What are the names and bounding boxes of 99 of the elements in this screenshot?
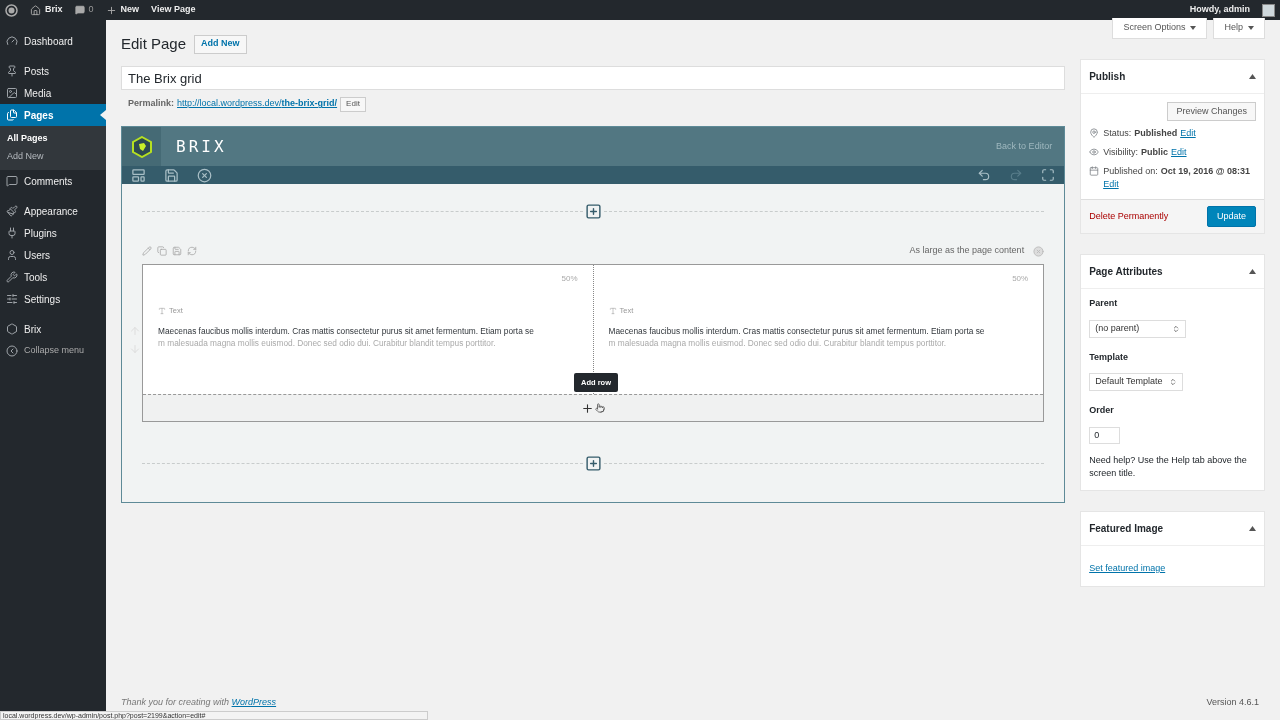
- gauge-icon: [6, 35, 18, 47]
- publish-label: Status:: [1103, 127, 1132, 140]
- edit-link[interactable]: Edit: [1171, 146, 1187, 159]
- undo-icon[interactable]: [977, 168, 992, 182]
- select-arrows-icon: [1169, 378, 1178, 386]
- collapse-icon[interactable]: [1249, 525, 1256, 531]
- fullscreen-icon[interactable]: [1041, 168, 1056, 182]
- add-section-icon[interactable]: [584, 202, 602, 220]
- menu-item[interactable]: Users: [0, 244, 106, 266]
- collapse-icon[interactable]: [1249, 74, 1256, 79]
- paintbrush-icon: [6, 205, 18, 217]
- menu-item[interactable]: Media: [0, 82, 106, 104]
- field-label: Template: [1089, 350, 1129, 364]
- add-new-button[interactable]: Add New: [194, 34, 247, 54]
- screen-options-button[interactable]: Screen Options: [1112, 18, 1208, 39]
- save-icon[interactable]: [164, 167, 179, 183]
- set-featured-image-link[interactable]: Set featured image: [1089, 562, 1166, 573]
- comment-icon[interactable]: [74, 5, 85, 15]
- wordpress-link[interactable]: WordPress: [231, 697, 277, 707]
- publish-value: Public: [1141, 146, 1168, 159]
- column-width: 50%: [561, 273, 578, 285]
- edit-permalink-button[interactable]: Edit: [340, 96, 366, 112]
- delete-link[interactable]: Delete Permanently: [1089, 209, 1169, 224]
- menu-item[interactable]: Brix: [0, 318, 106, 340]
- hexagon-icon: [6, 323, 18, 335]
- user-icon: [6, 249, 18, 261]
- hand-cursor-icon: [595, 403, 606, 413]
- site-link[interactable]: Brix: [45, 3, 63, 17]
- image-icon: [6, 87, 18, 99]
- publish-label: Visibility:: [1103, 146, 1138, 159]
- pin-icon: [6, 65, 18, 77]
- page-heading: Edit Page: [121, 33, 187, 54]
- help-text: Need help? Use the Help tab above the screen title.: [1089, 453, 1248, 480]
- menu-item[interactable]: Comments: [0, 170, 106, 192]
- menu-item[interactable]: Appearance: [0, 200, 106, 222]
- close-icon[interactable]: [197, 167, 212, 183]
- avatar[interactable]: [1262, 3, 1275, 17]
- field-label: Order: [1089, 404, 1115, 417]
- menu-item[interactable]: Collapse menu: [0, 340, 106, 362]
- box-title: Publish: [1089, 70, 1126, 84]
- wrench-icon: [6, 271, 18, 283]
- block-text: Maecenas faucibus mollis interdum. Cras mattis consectetur purus sit amet fermentum. Etiam porta se m malesuada magna mollis euismod. Donec sed odio dui. Curabitur blandit tempus porttitor.: [608, 325, 986, 350]
- version-text: Version 4.6.1: [1206, 696, 1259, 709]
- collapse-icon[interactable]: [1249, 269, 1256, 274]
- submenu-item[interactable]: All Pages: [0, 130, 106, 148]
- greeting[interactable]: Howdy, admin: [1189, 3, 1250, 17]
- plug-icon: [6, 227, 18, 239]
- menu-item[interactable]: Plugins: [0, 222, 106, 244]
- permalink-url[interactable]: http://local.wordpress.dev/the-brix-grid/: [177, 97, 338, 111]
- menu-item[interactable]: Pages: [0, 104, 106, 126]
- hexagon-logo-icon: [130, 135, 153, 158]
- caret-icon: [1248, 26, 1254, 30]
- field-label: Parent: [1089, 297, 1119, 310]
- edit-link[interactable]: Edit: [1103, 178, 1119, 191]
- publish-value: Published: [1134, 127, 1178, 140]
- footer-text: Thank you for creating with WordPress: [121, 696, 277, 709]
- help-button[interactable]: Help: [1213, 18, 1265, 39]
- home-icon[interactable]: [30, 4, 41, 16]
- parent-select[interactable]: (no parent): [1089, 319, 1187, 338]
- box-title: Page Attributes: [1089, 265, 1163, 279]
- comment-count: 0: [88, 3, 94, 17]
- menu-item[interactable]: Settings: [0, 288, 106, 310]
- box-title: Featured Image: [1089, 521, 1164, 536]
- publish-label: Published on:: [1103, 165, 1158, 178]
- publish-value: Oct 19, 2016 @ 08:31: [1160, 165, 1251, 178]
- calendar-icon: [1089, 166, 1100, 176]
- column-width: 50%: [1012, 273, 1029, 285]
- menu-item[interactable]: Posts: [0, 60, 106, 82]
- update-button[interactable]: Update: [1206, 206, 1256, 227]
- eye-icon: [1089, 147, 1100, 157]
- view-page-link[interactable]: View Page: [151, 3, 196, 17]
- permalink-label: Permalink:: [128, 97, 175, 111]
- collapse-icon: [6, 345, 18, 357]
- preview-changes-button[interactable]: Preview Changes: [1167, 102, 1256, 121]
- block-text: Maecenas faucibus mollis interdum. Cras mattis consectetur purus sit amet fermentum. Etiam porta se m malesuada magna mollis euismod. Donec sed odio dui. Curabitur blandit tempus porttitor.: [158, 325, 535, 350]
- caret-icon: [1190, 26, 1197, 30]
- order-field[interactable]: 0: [1089, 426, 1121, 444]
- submenu-item[interactable]: Add New: [0, 148, 106, 166]
- add-row-icon[interactable]: [581, 401, 595, 415]
- new-link[interactable]: New: [120, 3, 140, 17]
- pages-icon: [6, 109, 18, 121]
- edit-link[interactable]: Edit: [1180, 127, 1196, 140]
- text-block-icon: [158, 306, 166, 315]
- menu-item[interactable]: Tools: [0, 266, 106, 288]
- text-block-icon: [608, 306, 617, 315]
- wordpress-logo-icon[interactable]: [5, 3, 18, 17]
- sliders-icon: [6, 293, 18, 305]
- title-field[interactable]: The Brix grid: [121, 66, 1066, 90]
- comment-icon: [6, 175, 18, 187]
- add-section-icon[interactable]: [584, 454, 602, 472]
- select-arrows-icon: [1172, 324, 1181, 333]
- pin-icon: [1089, 128, 1100, 138]
- template-select[interactable]: Default Template: [1089, 373, 1184, 391]
- current-pointer-icon: [100, 110, 106, 120]
- brand-name: BRIX: [176, 135, 227, 158]
- plus-icon[interactable]: [105, 4, 117, 16]
- layout-icon[interactable]: [131, 167, 146, 183]
- section-width-label: As large as the page content: [909, 244, 1025, 258]
- menu-item[interactable]: Dashboard: [0, 30, 106, 52]
